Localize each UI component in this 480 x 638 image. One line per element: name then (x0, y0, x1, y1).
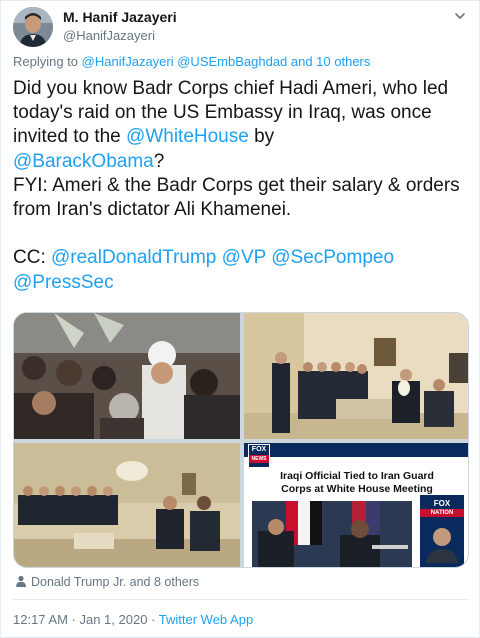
avatar-photo-icon (13, 7, 53, 47)
mention-whitehouse[interactable]: @WhiteHouse (126, 126, 249, 147)
tweet-header: M. Hanif Jazayeri @HanifJazayeri (13, 7, 469, 47)
oval-office-photo-icon (244, 313, 468, 439)
tweet-card: M. Hanif Jazayeri @HanifJazayeri Replyin… (0, 0, 480, 638)
mention-presssec[interactable]: @PressSec (13, 272, 114, 293)
fox-nation-ad[interactable]: FOX NATION (420, 495, 464, 567)
seated-meeting-photo-icon (14, 443, 240, 567)
media-photo-crowd[interactable] (14, 313, 240, 439)
author-avatar[interactable] (13, 7, 53, 47)
tweet-text: Did you know Badr Corps chief Hadi Ameri… (13, 77, 473, 295)
mention-barackobama[interactable]: @BarackObama (13, 151, 154, 172)
tweet-meta: 12:17 AM · Jan 1, 2020 · Twitter Web App (13, 612, 253, 627)
fox-news-logo: FOX NEWS (248, 444, 270, 468)
person-icon (16, 575, 26, 587)
tweet-text-part: by (248, 126, 275, 148)
news-headline-line1: Iraqi Official Tied to Iran Guard (280, 470, 434, 482)
tweet-source-link[interactable]: Twitter Web App (159, 612, 253, 627)
mention-realdonaldtrump[interactable]: @realDonaldTrump (51, 247, 216, 268)
reply-context: Replying to @HanifJazayeri @USEmbBaghdad… (13, 54, 370, 69)
divider (13, 599, 469, 600)
news-headline: Iraqi Official Tied to Iran Guard Corps … (244, 470, 468, 496)
logo-text-bottom: NEWS (249, 455, 269, 463)
meta-separator: · (147, 612, 159, 627)
crowd-photo-icon (14, 313, 240, 439)
author-handle[interactable]: @HanifJazayeri (63, 28, 177, 44)
logo-text-top: FOX (251, 446, 267, 453)
tweet-timestamp[interactable]: 12:17 AM · Jan 1, 2020 (13, 612, 147, 627)
mention-vp[interactable]: @VP (222, 247, 266, 268)
author-names: M. Hanif Jazayeri @HanifJazayeri (63, 9, 177, 44)
ad-portrait-icon (426, 528, 458, 563)
media-photo-oval-office[interactable] (244, 313, 468, 439)
mention-secpompeo[interactable]: @SecPompeo (271, 247, 394, 268)
ad-text-bottom: NATION (420, 509, 464, 517)
news-article-photo-icon (252, 501, 412, 567)
cc-label: CC: (13, 247, 51, 269)
liked-by-text: Donald Trump Jr. and 8 others (31, 575, 200, 589)
chevron-down-icon (455, 13, 465, 19)
tweet-text-part: ? (153, 150, 165, 172)
media-photo-seated-meeting[interactable] (14, 443, 240, 567)
media-news-screenshot[interactable]: FOX NEWS Iraqi Official Tied to Iran Gua… (244, 443, 468, 567)
ad-text-top: FOX (433, 499, 451, 508)
reply-mentions-link[interactable]: @HanifJazayeri @USEmbBaghdad and 10 othe… (82, 54, 371, 69)
tweet-text-part: FYI: Ameri & the Badr Corps get their sa… (13, 174, 460, 221)
reply-prefix: Replying to (13, 54, 79, 69)
tweet-menu-button[interactable] (451, 9, 469, 27)
author-display-name[interactable]: M. Hanif Jazayeri (63, 9, 177, 26)
media-grid: FOX NEWS Iraqi Official Tied to Iran Gua… (13, 312, 469, 568)
news-nav-bar (244, 443, 468, 457)
liked-by-row[interactable]: Donald Trump Jr. and 8 others (15, 575, 199, 589)
